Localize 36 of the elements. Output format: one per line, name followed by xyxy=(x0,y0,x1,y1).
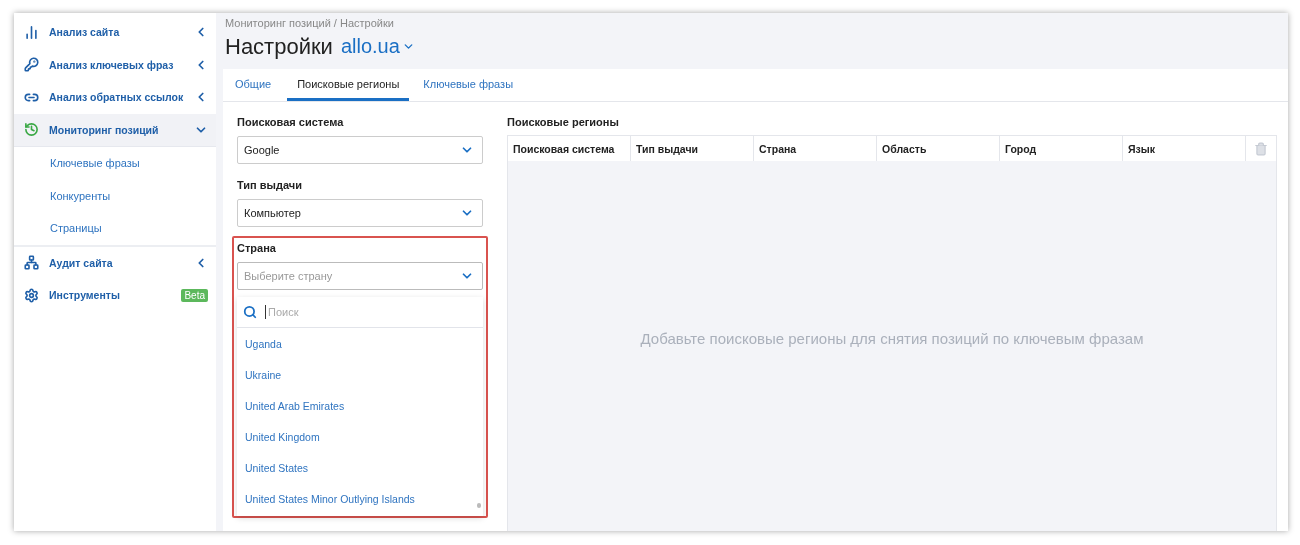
sidebar-label: Анализ сайта xyxy=(49,26,121,39)
sidebar-label: Анализ обратных ссылок xyxy=(49,91,184,104)
dropdown-option[interactable]: Ukraine xyxy=(237,359,483,390)
field-label: Поисковая система xyxy=(237,116,345,128)
sidebar-label: Мониторинг позиций xyxy=(49,123,160,136)
sidebar-item[interactable]: Мониторинг позиций xyxy=(14,113,216,147)
empty-message: Добавьте поисковые регионы для снятия позиций по ключевым фразам xyxy=(640,329,1144,349)
sidebar-label: Анализ ключевых фраз xyxy=(49,58,175,71)
submenu-item[interactable]: Ключевые фразы xyxy=(14,147,216,180)
sidebar-item[interactable]: Аудит сайта xyxy=(14,246,216,279)
sidebar-item[interactable]: Анализ сайта xyxy=(14,16,216,49)
dropdown-option[interactable]: Uganda xyxy=(237,328,483,359)
dropdown-option[interactable]: United States xyxy=(237,452,483,483)
dropdown-option[interactable]: United States Minor Outlying Islands xyxy=(237,483,483,514)
page-title: Настройки xyxy=(225,33,333,60)
sidebar-item[interactable]: Инструменты Beta xyxy=(14,279,216,312)
tab[interactable]: Ключевые фразы xyxy=(413,69,524,101)
field-label: Тип выдачи xyxy=(237,179,303,191)
submenu-item[interactable]: Конкуренты xyxy=(14,179,216,212)
section-title: Поисковые регионы xyxy=(507,116,620,128)
select-field[interactable]: Выберите страну xyxy=(237,262,483,290)
project-dropdown[interactable]: allo.ua xyxy=(340,35,415,58)
submenu-item[interactable]: Страницы xyxy=(14,212,216,245)
sidebar-item[interactable]: Анализ обратных ссылок xyxy=(14,81,216,114)
sidebar-item[interactable]: Анализ ключевых фраз xyxy=(14,48,216,81)
tab[interactable]: Общие xyxy=(225,69,282,101)
dropdown-option[interactable]: United Arab Emirates xyxy=(237,390,483,421)
beta-badge: Beta xyxy=(181,288,208,302)
dropdown-option[interactable]: United Kingdom xyxy=(237,421,483,452)
sidebar-label: Аудит сайта xyxy=(49,256,114,269)
sidebar-label: Инструменты xyxy=(49,289,121,302)
breadcrumb: Мониторинг позиций / Настройки xyxy=(224,16,395,31)
select-field[interactable]: Google xyxy=(237,136,483,164)
field-label: Страна xyxy=(237,242,277,254)
tab[interactable]: Поисковые регионы xyxy=(287,69,410,101)
select-field[interactable]: Компьютер xyxy=(237,199,483,227)
